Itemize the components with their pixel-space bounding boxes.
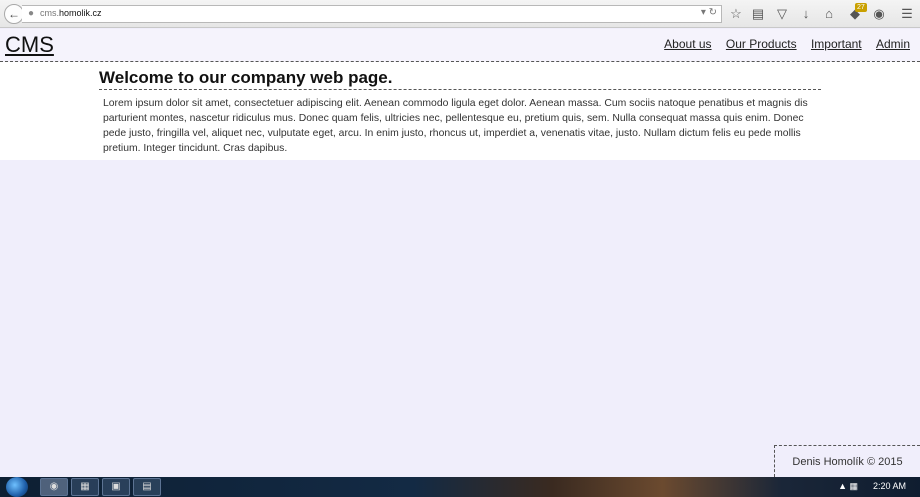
site-logo[interactable]: CMS (5, 32, 54, 58)
notification-badge: 27 (855, 3, 867, 12)
nav-link-important[interactable]: Important (811, 37, 862, 51)
back-arrow-icon[interactable]: ← (4, 4, 24, 24)
browser-toolbar: ← ● cms.homolik.cz ▾ ↻ ☆ ▤ ▽ ↓ ⌂ ◆ 27 ◉ … (0, 0, 920, 28)
firefox-icon[interactable]: ◉ (40, 478, 68, 496)
page-title: Welcome to our company web page. (99, 68, 821, 90)
home-icon[interactable]: ⌂ (821, 6, 837, 22)
site-header: CMS About us Our Products Important Admi… (0, 29, 920, 62)
address-bar[interactable]: ● cms.homolik.cz ▾ ↻ (22, 5, 722, 23)
site-footer: Denis Homolík © 2015 (774, 445, 920, 477)
addon-icon[interactable]: ◉ (871, 6, 887, 22)
reading-list-icon[interactable]: ▤ (750, 6, 766, 22)
bookmark-star-icon[interactable]: ☆ (728, 6, 744, 22)
document-app-icon[interactable]: ▤ (133, 478, 161, 496)
nav-link-admin[interactable]: Admin (876, 37, 910, 51)
window-app-icon[interactable]: ▣ (102, 478, 130, 496)
start-button[interactable] (6, 477, 28, 497)
os-taskbar: ◉ ▦ ▣ ▤ ▲ ▦ 2:20 AM (0, 477, 920, 497)
main-nav: About us Our Products Important Admin (653, 37, 910, 51)
menu-icon[interactable]: ☰ (899, 6, 915, 22)
reload-icon[interactable]: ▾ ↻ (701, 7, 717, 18)
nav-link-about[interactable]: About us (664, 37, 711, 51)
pocket-icon[interactable]: ▽ (774, 6, 790, 22)
url-text: cms.homolik.cz (40, 8, 102, 18)
nav-link-products[interactable]: Our Products (726, 37, 797, 51)
taskbar-clock: 2:20 AM (872, 481, 906, 491)
globe-icon: ● (28, 8, 35, 19)
body-text: Lorem ipsum dolor sit amet, consectetuer… (103, 98, 808, 154)
network-app-icon[interactable]: ▦ (71, 478, 99, 496)
main-content: Welcome to our company web page. Lorem i… (0, 62, 920, 160)
tray-icons[interactable]: ▲ ▦ (838, 481, 858, 492)
download-icon[interactable]: ↓ (798, 6, 814, 22)
